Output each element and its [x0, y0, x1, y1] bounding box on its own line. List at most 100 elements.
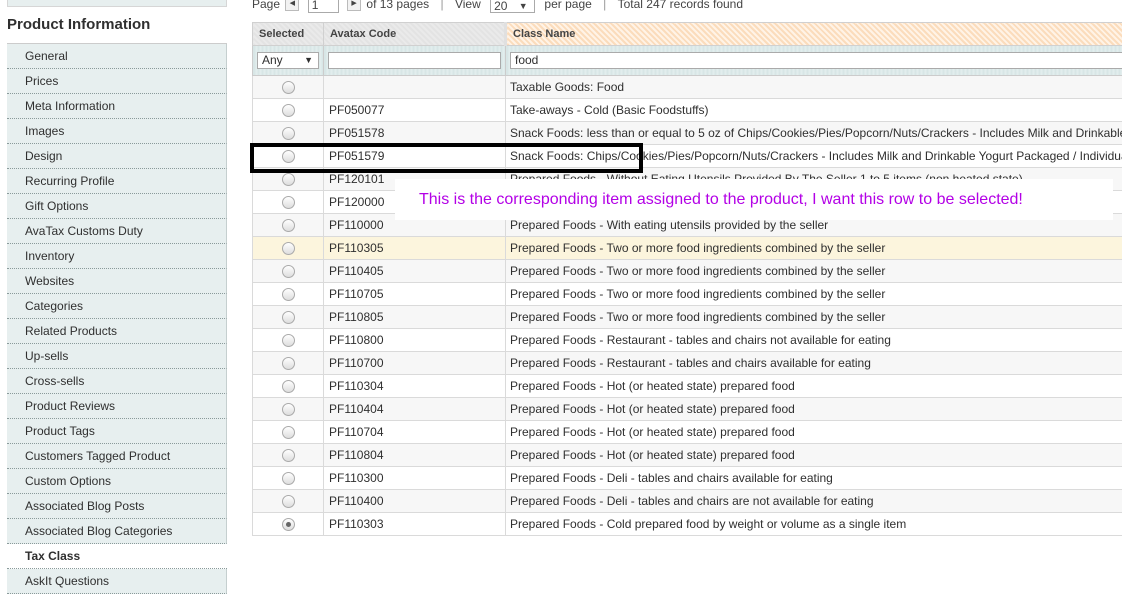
class-name-cell: Prepared Foods - Two or more food ingred…: [505, 305, 1122, 329]
selected-cell[interactable]: [252, 213, 324, 237]
selected-cell[interactable]: [252, 466, 324, 490]
sidebar-title: Product Information: [7, 7, 227, 44]
selected-cell[interactable]: [252, 236, 324, 260]
selected-cell[interactable]: [252, 305, 324, 329]
row-radio[interactable]: [281, 471, 295, 485]
page-label: Page: [252, 0, 281, 11]
row-radio[interactable]: [281, 287, 295, 301]
table-row[interactable]: PF110800 Prepared Foods - Restaurant - t…: [252, 328, 1122, 352]
row-radio[interactable]: [281, 379, 295, 393]
sidebar-item-general[interactable]: General: [7, 44, 227, 69]
table-row[interactable]: PF110704 Prepared Foods - Hot (or heated…: [252, 420, 1122, 444]
table-row[interactable]: PF110700 Prepared Foods - Restaurant - t…: [252, 351, 1122, 375]
table-row[interactable]: Taxable Goods: Food: [252, 75, 1122, 99]
sidebar-item-cross-sells[interactable]: Cross-sells: [7, 369, 227, 394]
selected-cell[interactable]: [252, 420, 324, 444]
avatax-code-cell: PF110300: [323, 466, 506, 490]
table-row[interactable]: PF110303 Prepared Foods - Cold prepared …: [252, 512, 1122, 536]
class-name-cell: Prepared Foods - Hot (or heated state) p…: [505, 374, 1122, 398]
row-radio[interactable]: [281, 218, 295, 232]
selected-cell[interactable]: [252, 351, 324, 375]
sidebar-item-related-products[interactable]: Related Products: [7, 319, 227, 344]
row-radio[interactable]: [281, 310, 295, 324]
sidebar-item-up-sells[interactable]: Up-sells: [7, 344, 227, 369]
prev-page-button[interactable]: ◀: [285, 0, 300, 11]
row-radio[interactable]: [281, 172, 295, 186]
row-radio[interactable]: [281, 494, 295, 508]
selected-cell[interactable]: [252, 328, 324, 352]
column-header-avatax-code[interactable]: Avatax Code: [323, 22, 506, 46]
sidebar-item-associated-blog-categories[interactable]: Associated Blog Categories: [7, 519, 227, 544]
row-radio[interactable]: [281, 425, 295, 439]
row-radio[interactable]: [281, 195, 295, 209]
sidebar-item-avatax-customs-duty[interactable]: AvaTax Customs Duty: [7, 219, 227, 244]
selected-cell[interactable]: [252, 397, 324, 421]
avatax-code-cell: PF110305: [323, 236, 506, 260]
row-radio[interactable]: [281, 80, 295, 94]
row-radio[interactable]: [281, 264, 295, 278]
sidebar-item-inventory[interactable]: Inventory: [7, 244, 227, 269]
row-radio[interactable]: [281, 448, 295, 462]
sidebar-item-design[interactable]: Design: [7, 144, 227, 169]
selected-cell[interactable]: [252, 190, 324, 214]
row-radio[interactable]: [281, 241, 295, 255]
next-page-button[interactable]: ▶: [347, 0, 362, 11]
sidebar-item-custom-options[interactable]: Custom Options: [7, 469, 227, 494]
table-row[interactable]: PF110304 Prepared Foods - Hot (or heated…: [252, 374, 1122, 398]
selected-cell[interactable]: [252, 489, 324, 513]
sidebar-item-recurring-profile[interactable]: Recurring Profile: [7, 169, 227, 194]
selected-cell[interactable]: [252, 121, 324, 145]
sidebar-item-meta-information[interactable]: Meta Information: [7, 94, 227, 119]
table-row[interactable]: PF110405 Prepared Foods - Two or more fo…: [252, 259, 1122, 283]
table-row[interactable]: PF110400 Prepared Foods - Deli - tables …: [252, 489, 1122, 513]
row-radio[interactable]: [281, 103, 295, 117]
highlight-rectangle: [250, 143, 643, 173]
table-row[interactable]: PF110805 Prepared Foods - Two or more fo…: [252, 305, 1122, 329]
sidebar-item-customers-tagged-product[interactable]: Customers Tagged Product: [7, 444, 227, 469]
table-row[interactable]: PF050077 Take-aways - Cold (Basic Foodst…: [252, 98, 1122, 122]
sidebar-item-categories[interactable]: Categories: [7, 294, 227, 319]
page-input[interactable]: 1: [307, 0, 339, 13]
table-row[interactable]: PF110404 Prepared Foods - Hot (or heated…: [252, 397, 1122, 421]
row-radio[interactable]: [281, 126, 295, 140]
class-name-cell: Prepared Foods - Two or more food ingred…: [505, 282, 1122, 306]
selected-cell[interactable]: [252, 282, 324, 306]
sidebar-item-tax-class[interactable]: Tax Class: [7, 544, 227, 569]
sidebar-item-websites[interactable]: Websites: [7, 269, 227, 294]
table-row[interactable]: PF051578 Snack Foods: less than or equal…: [252, 121, 1122, 145]
table-row[interactable]: PF110305 Prepared Foods - Two or more fo…: [252, 236, 1122, 260]
table-row[interactable]: PF110804 Prepared Foods - Hot (or heated…: [252, 443, 1122, 467]
sidebar-item-product-reviews[interactable]: Product Reviews: [7, 394, 227, 419]
selected-cell[interactable]: [252, 374, 324, 398]
class-name-cell: Snack Foods: less than or equal to 5 oz …: [505, 121, 1122, 145]
selected-filter-select[interactable]: Any ▼: [257, 52, 319, 69]
row-radio[interactable]: [281, 517, 295, 531]
sidebar-item-askit-questions[interactable]: AskIt Questions: [7, 569, 227, 594]
column-header-class-name[interactable]: Class Name: [504, 22, 1122, 46]
row-radio[interactable]: [281, 333, 295, 347]
table-row[interactable]: PF110705 Prepared Foods - Two or more fo…: [252, 282, 1122, 306]
sidebar-top-tab: [7, 0, 227, 7]
per-page-label: per page: [544, 0, 592, 11]
avatax-code-cell: PF110704: [323, 420, 506, 444]
selected-cell[interactable]: [252, 512, 324, 536]
avatax-code-cell: PF110400: [323, 489, 506, 513]
sidebar-item-associated-blog-posts[interactable]: Associated Blog Posts: [7, 494, 227, 519]
column-header-selected[interactable]: Selected: [252, 22, 324, 46]
class-name-cell: Prepared Foods - Deli - tables and chair…: [505, 466, 1122, 490]
per-page-select[interactable]: 20 ▼: [490, 0, 536, 13]
sidebar-item-images[interactable]: Images: [7, 119, 227, 144]
row-radio[interactable]: [281, 402, 295, 416]
avatax-code-cell: PF110304: [323, 374, 506, 398]
row-radio[interactable]: [281, 356, 295, 370]
selected-cell[interactable]: [252, 443, 324, 467]
sidebar-item-prices[interactable]: Prices: [7, 69, 227, 94]
sidebar-item-product-tags[interactable]: Product Tags: [7, 419, 227, 444]
selected-cell[interactable]: [252, 259, 324, 283]
avatax-code-filter-input[interactable]: [328, 52, 501, 69]
class-name-filter-input[interactable]: food: [510, 52, 1122, 69]
selected-cell[interactable]: [252, 98, 324, 122]
sidebar-item-gift-options[interactable]: Gift Options: [7, 194, 227, 219]
selected-cell[interactable]: [252, 75, 324, 99]
table-row[interactable]: PF110300 Prepared Foods - Deli - tables …: [252, 466, 1122, 490]
